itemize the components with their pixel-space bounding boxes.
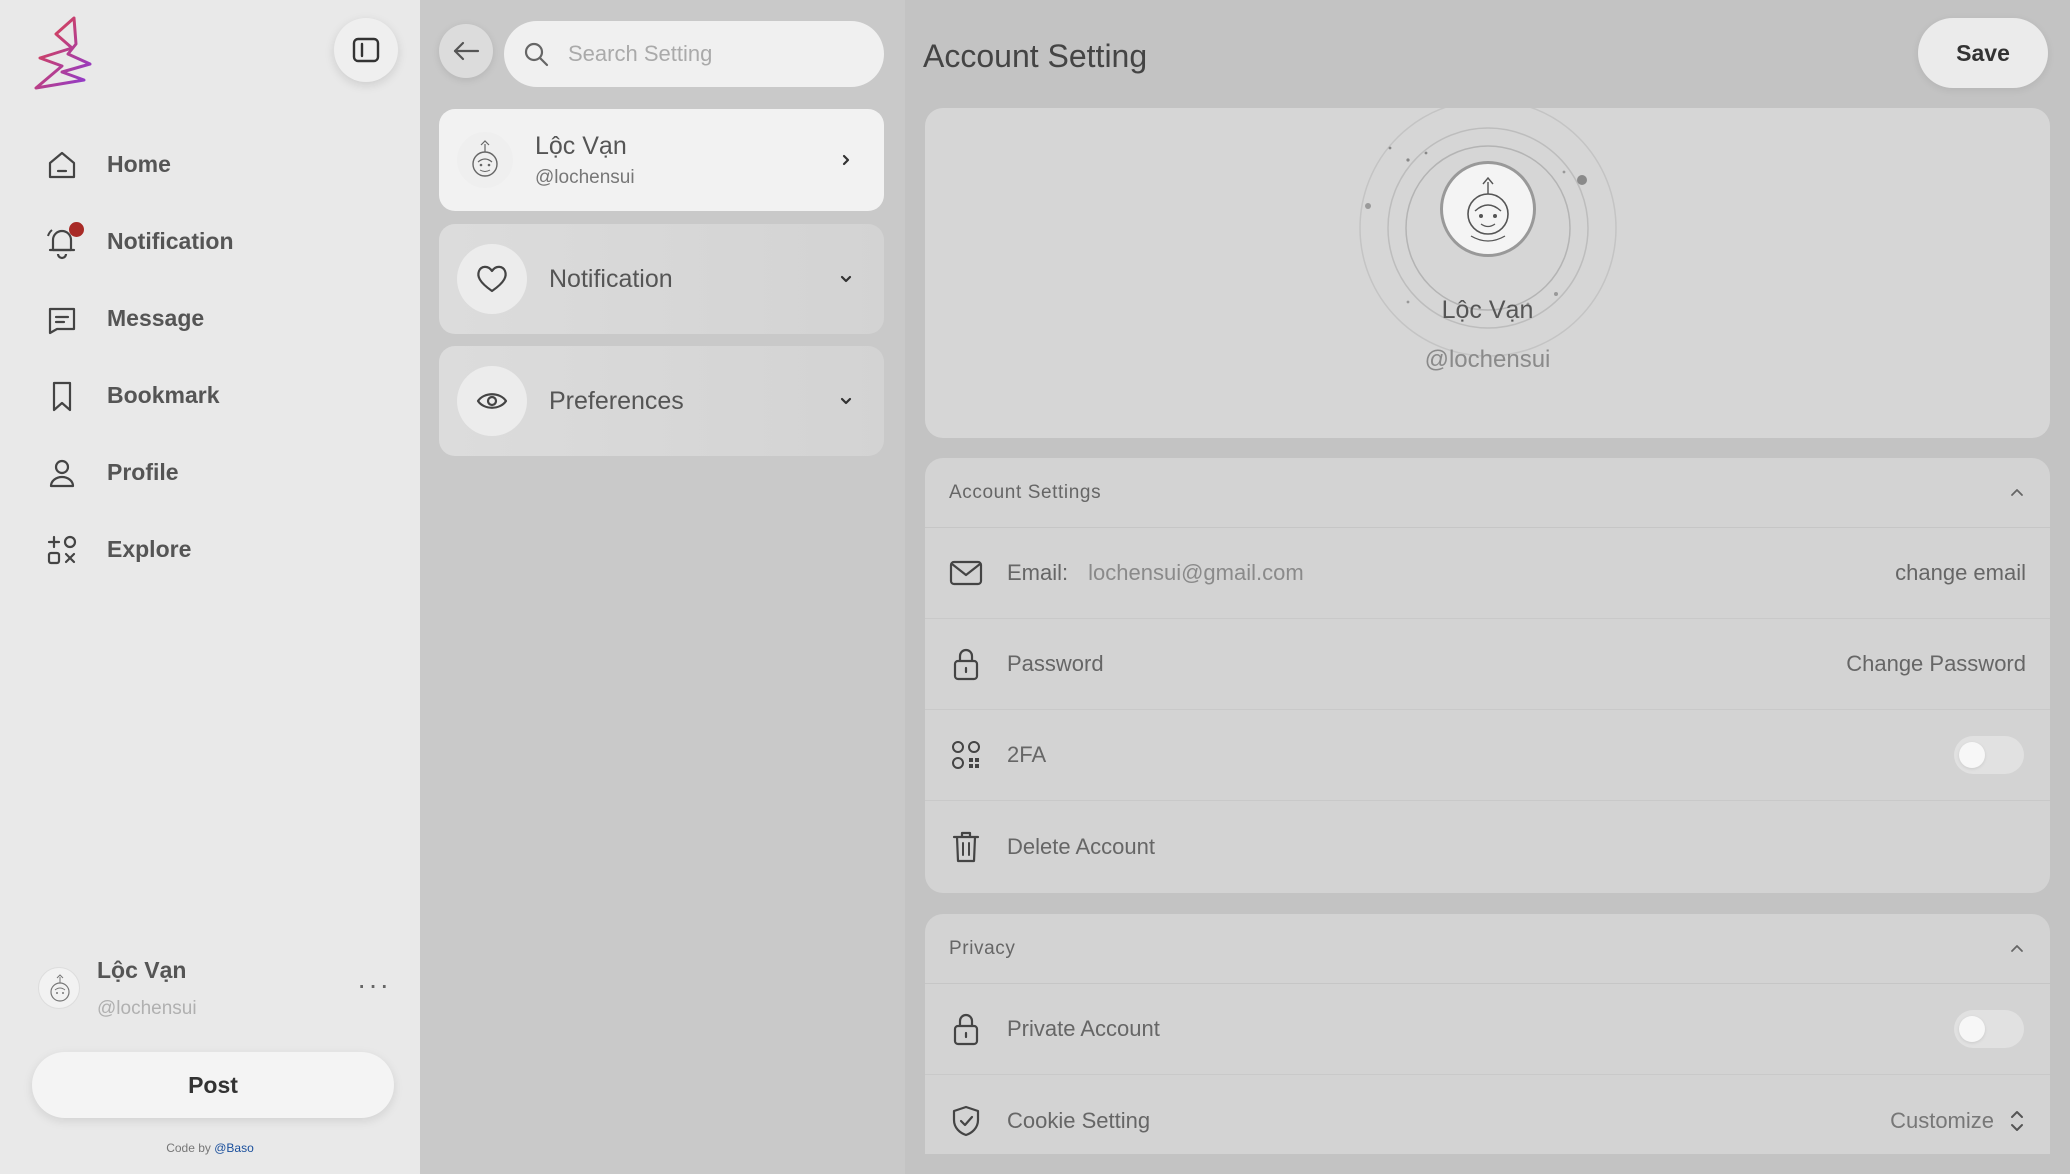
toggle-knob <box>1959 1016 1985 1042</box>
chevron-up-icon <box>2011 944 2023 952</box>
back-button[interactable] <box>439 24 493 78</box>
sidebar-toggle-icon <box>352 37 380 63</box>
user-name: Lộc Vạn <box>97 957 187 983</box>
settings-profile-card[interactable]: Lộc Vạn @lochensui <box>439 109 884 211</box>
settings-item-label: Preferences <box>549 386 684 415</box>
nav-item-explore[interactable]: Explore <box>40 511 234 588</box>
profile-avatar[interactable] <box>1440 161 1536 257</box>
settings-nav-panel: Lộc Vạn @lochensui Notification Preferen… <box>420 0 905 1174</box>
nav-label: Profile <box>107 459 179 485</box>
search-input[interactable] <box>568 41 858 67</box>
nav-label: Notification <box>107 228 234 254</box>
nav-label: Explore <box>107 536 192 562</box>
credit-prefix: Code by <box>166 1141 215 1155</box>
toggle-knob <box>1959 742 1985 768</box>
profile-handle: @lochensui <box>1424 346 1551 373</box>
home-icon <box>40 143 84 187</box>
search-icon <box>524 42 549 67</box>
nav-item-bookmark[interactable]: Bookmark <box>40 357 234 434</box>
cookie-setting-row: Cookie Setting Customize <box>925 1075 2050 1154</box>
avatar <box>457 132 513 188</box>
lock-icon <box>949 646 983 682</box>
section-header[interactable]: Privacy <box>925 914 2050 984</box>
delete-account-row[interactable]: Delete Account <box>925 801 2050 892</box>
avatar <box>38 967 80 1009</box>
nav-label: Bookmark <box>107 382 220 408</box>
twofa-label: 2FA <box>1007 742 1047 767</box>
sidebar: Home Notification Message Bookmark Profi… <box>0 0 420 1174</box>
private-account-label: Private Account <box>1007 1016 1160 1041</box>
profile-name: Lộc Vạn <box>1441 296 1534 324</box>
main-nav: Home Notification Message Bookmark Profi… <box>40 126 234 588</box>
section-title: Account Settings <box>949 481 1102 503</box>
private-account-toggle[interactable] <box>1954 1010 2024 1048</box>
nav-label: Message <box>107 305 205 331</box>
save-button[interactable]: Save <box>1918 18 2048 88</box>
bookmark-icon <box>40 374 84 418</box>
private-account-row: Private Account <box>925 984 2050 1075</box>
customize-label: Customize <box>1890 1107 1994 1133</box>
password-label: Password <box>1007 651 1104 676</box>
chevron-down-icon <box>834 272 858 286</box>
current-user-card[interactable]: Lộc Vạn @lochensui ··· <box>34 955 394 1025</box>
page-title: Account Setting <box>923 38 1148 74</box>
password-row: Password Change Password <box>925 619 2050 710</box>
notification-badge <box>69 221 84 237</box>
qr-code-icon <box>949 737 983 773</box>
settings-item-label: Notification <box>549 264 673 293</box>
twofa-row: 2FA <box>925 710 2050 801</box>
user-handle: @lochensui <box>97 998 197 1019</box>
credit-text: Code by @Baso <box>0 1141 420 1155</box>
nav-label: Home <box>107 151 171 177</box>
cookie-customize-select[interactable]: Customize <box>1890 1107 2026 1135</box>
nav-item-message[interactable]: Message <box>40 280 234 357</box>
trash-icon <box>949 829 983 865</box>
profile-name: Lộc Vạn <box>535 131 627 160</box>
search-bar[interactable] <box>504 21 884 87</box>
lock-icon <box>949 1011 983 1047</box>
explore-icon <box>40 528 84 572</box>
account-settings-panel: Account Setting Save Lộc Vạn @lochensui … <box>905 0 2070 1174</box>
section-header[interactable]: Account Settings <box>925 458 2050 528</box>
twofa-toggle[interactable] <box>1954 736 2024 774</box>
post-button[interactable]: Post <box>32 1052 394 1118</box>
settings-item-preferences[interactable]: Preferences <box>439 346 884 456</box>
account-settings-section: Account Settings Email: lochensui@gmail.… <box>925 458 2050 893</box>
section-title: Privacy <box>949 937 1016 959</box>
change-email-link[interactable]: change email <box>1895 560 2026 586</box>
chevron-down-icon <box>834 394 858 408</box>
credit-author-link[interactable]: @Baso <box>214 1141 254 1155</box>
user-icon <box>40 451 84 495</box>
nav-item-profile[interactable]: Profile <box>40 434 234 511</box>
chevron-right-icon <box>834 152 858 168</box>
change-password-link[interactable]: Change Password <box>1846 651 2026 677</box>
message-icon <box>40 297 84 341</box>
heart-icon <box>457 244 527 314</box>
chevron-up-down-icon <box>2011 1110 2023 1131</box>
cookie-setting-label: Cookie Setting <box>1007 1107 1151 1133</box>
eye-icon <box>457 366 527 436</box>
email-label: Email: <box>1007 560 1069 585</box>
more-options-button[interactable]: ··· <box>354 971 394 1005</box>
nav-item-notification[interactable]: Notification <box>40 203 234 280</box>
collapse-sidebar-button[interactable] <box>334 18 398 82</box>
profile-handle: @lochensui <box>535 166 635 188</box>
email-row: Email: lochensui@gmail.com change email <box>925 528 2050 619</box>
mail-icon <box>949 555 983 591</box>
chevron-up-icon <box>2011 488 2023 496</box>
app-logo[interactable] <box>32 14 96 94</box>
shield-check-icon <box>949 1103 983 1139</box>
bell-icon <box>40 220 84 264</box>
privacy-section: Privacy Private Account Cookie Setting C… <box>925 914 2050 1154</box>
settings-item-notification[interactable]: Notification <box>439 224 884 334</box>
nav-item-home[interactable]: Home <box>40 126 234 203</box>
email-value: lochensui@gmail.com <box>1088 560 1304 585</box>
profile-header-card: Lộc Vạn @lochensui <box>925 108 2050 438</box>
arrow-left-icon <box>453 41 480 61</box>
delete-account-label: Delete Account <box>1007 833 1155 859</box>
